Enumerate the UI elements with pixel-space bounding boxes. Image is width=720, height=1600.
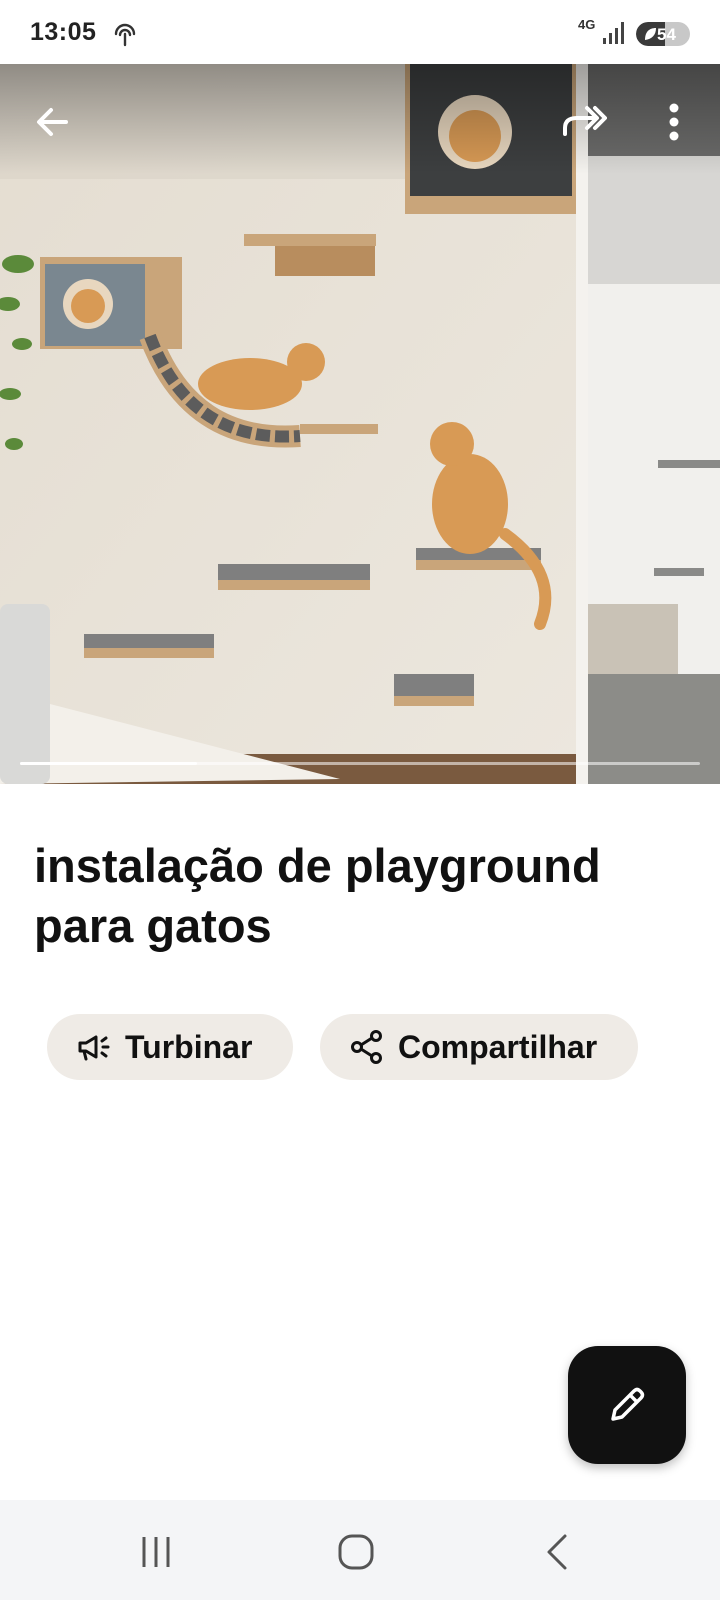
home-icon bbox=[338, 1534, 374, 1570]
recents-button[interactable] bbox=[116, 1522, 196, 1582]
carousel-progress-track bbox=[20, 762, 700, 765]
back-button[interactable] bbox=[20, 90, 84, 154]
promote-button[interactable]: Turbinar bbox=[47, 1014, 293, 1080]
home-button[interactable] bbox=[316, 1522, 396, 1582]
pin-image[interactable] bbox=[0, 64, 576, 784]
pencil-icon bbox=[611, 1387, 645, 1421]
back-icon bbox=[547, 1534, 567, 1570]
status-time: 13:05 bbox=[30, 18, 97, 46]
share-icon bbox=[348, 1028, 386, 1066]
slide-divider bbox=[576, 64, 588, 784]
megaphone-icon bbox=[75, 1028, 113, 1066]
pin-title: instalação de playground para gatos bbox=[34, 839, 601, 952]
system-navigation-bar bbox=[0, 1500, 720, 1600]
network-type: 4G bbox=[578, 17, 596, 32]
pin-image-carousel[interactable] bbox=[0, 64, 720, 784]
recents-icon bbox=[142, 1537, 170, 1567]
hotspot-icon bbox=[110, 18, 140, 48]
battery-level: 54 bbox=[657, 25, 676, 44]
forward-share-button[interactable] bbox=[552, 90, 616, 154]
edit-button[interactable] bbox=[568, 1346, 686, 1464]
share-label: Compartilhar bbox=[398, 1028, 598, 1065]
share-button[interactable]: Compartilhar bbox=[320, 1014, 638, 1080]
status-bar: 13:05 4G 54 bbox=[0, 0, 720, 64]
battery-indicator: 54 bbox=[636, 22, 690, 46]
battery-saver-icon bbox=[643, 26, 657, 42]
promote-label: Turbinar bbox=[125, 1028, 253, 1065]
system-back-button[interactable] bbox=[518, 1522, 598, 1582]
next-pin-image[interactable] bbox=[588, 64, 720, 784]
more-options-button[interactable] bbox=[642, 90, 706, 154]
more-vertical-icon bbox=[669, 103, 679, 141]
signal-icon bbox=[602, 20, 626, 46]
share-forward-icon bbox=[563, 106, 607, 136]
carousel-progress-fill bbox=[20, 762, 197, 765]
arrow-left-icon bbox=[37, 108, 68, 136]
